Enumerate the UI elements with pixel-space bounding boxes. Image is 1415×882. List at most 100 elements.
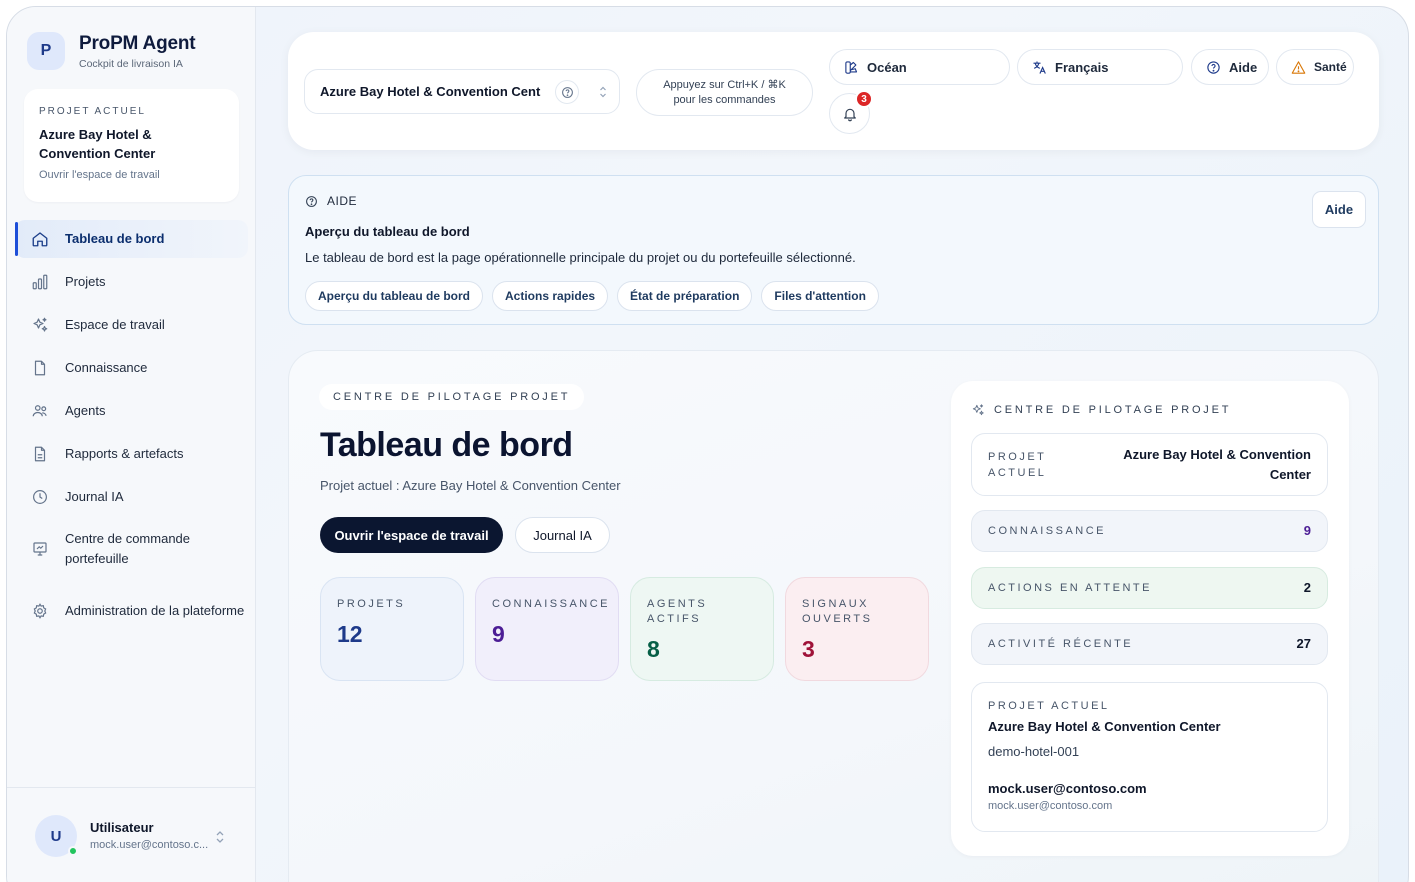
open-workspace-button[interactable]: Ouvrir l'espace de travail (320, 517, 503, 553)
stat-card-knowledge[interactable]: CONNAISSANCE 9 (475, 577, 619, 681)
sidebar-item-projects[interactable]: Projets (15, 263, 248, 301)
stat-value: 3 (802, 636, 815, 662)
help-chip-overview[interactable]: Aperçu du tableau de bord (305, 281, 484, 311)
file-icon (34, 360, 46, 376)
sidebar-item-platform-admin[interactable]: Administration de la plateforme (15, 583, 248, 639)
stat-card-open-signals[interactable]: SIGNAUX OUVERTS 3 (785, 577, 929, 681)
help-panel-button[interactable]: Aide (1312, 191, 1366, 228)
user-name: Utilisateur (90, 820, 154, 835)
translate-icon (1033, 60, 1046, 74)
sidebar-item-ai-journal[interactable]: Journal IA (15, 478, 248, 516)
ai-journal-button[interactable]: Journal IA (515, 517, 610, 553)
stat-label: CONNAISSANCE (492, 598, 611, 610)
help-title: Aperçu du tableau de bord (305, 224, 470, 239)
panel-row-label: ACTIVITÉ RÉCENTE (988, 638, 1134, 650)
sidebar-item-label: Journal IA (65, 489, 124, 504)
theme-selector[interactable]: Océan (829, 49, 1010, 85)
project-selector[interactable]: Azure Bay Hotel & Convention Cent (304, 69, 620, 114)
home-icon (32, 232, 48, 247)
gear-icon (33, 603, 47, 619)
notifications-button[interactable]: 3 (829, 90, 873, 134)
panel-row-label: PROJET ACTUEL (988, 450, 1047, 479)
current-project-label: PROJET ACTUEL (39, 106, 146, 117)
theme-label: Océan (867, 59, 907, 75)
command-palette-button[interactable]: Appuyez sur Ctrl+K / ⌘K pour les command… (636, 69, 813, 116)
help-topics: Aperçu du tableau de bord Actions rapide… (305, 281, 888, 311)
bell-icon (843, 108, 856, 121)
presentation-icon (33, 542, 47, 556)
stat-card-active-agents[interactable]: AGENTS ACTIFS 8 (630, 577, 774, 681)
project-detail-email: mock.user@contoso.com (988, 781, 1147, 796)
sidebar-item-portfolio-command[interactable]: Centre de commande portefeuille (15, 521, 248, 577)
help-circle-icon[interactable] (555, 80, 579, 104)
sidebar-item-label: Connaissance (65, 360, 148, 375)
sidebar-nav: Tableau de bord Projets Espace de travai… (15, 220, 248, 645)
project-cockpit-panel: CENTRE DE PILOTAGE PROJET PROJET ACTUEL … (951, 381, 1349, 856)
page-subtitle: Projet actuel : Azure Bay Hotel & Conven… (320, 478, 621, 493)
chevron-updown-icon[interactable] (215, 830, 225, 844)
sidebar-item-label: Projets (65, 274, 106, 289)
file-text-icon (34, 446, 46, 462)
page-title: Tableau de bord (320, 426, 573, 464)
panel-row-recent-activity: ACTIVITÉ RÉCENTE 27 (971, 623, 1328, 665)
language-selector[interactable]: Français (1017, 49, 1183, 85)
sidebar-item-label: Centre de commande portefeuille (65, 531, 191, 566)
stat-label: SIGNAUX OUVERTS (802, 598, 873, 625)
top-bar: Azure Bay Hotel & Convention Cent Appuye… (288, 32, 1379, 150)
clock-icon (33, 490, 47, 504)
sidebar-item-agents[interactable]: Agents (15, 392, 248, 430)
stat-value: 9 (492, 621, 505, 647)
health-button[interactable]: Santé (1276, 49, 1354, 85)
sparkles-icon (33, 317, 48, 332)
warning-icon (1291, 60, 1306, 74)
sidebar: P ProPM Agent Cockpit de livraison IA PR… (7, 7, 256, 882)
sidebar-item-dashboard[interactable]: Tableau de bord (15, 220, 248, 258)
project-detail-name: Azure Bay Hotel & Convention Center (988, 719, 1221, 734)
help-label: Aide (1229, 59, 1258, 75)
sidebar-item-workspace[interactable]: Espace de travail (15, 306, 248, 344)
avatar: U (35, 815, 78, 857)
current-project-name: Azure Bay Hotel & Convention Center (39, 127, 156, 161)
sidebar-item-label: Espace de travail (65, 317, 165, 332)
help-chip-quick-actions[interactable]: Actions rapides (492, 281, 609, 311)
help-button[interactable]: Aide (1191, 49, 1269, 85)
sparkles-icon (972, 404, 984, 416)
command-hint-line2: pour les commandes (673, 93, 776, 106)
stat-label: PROJETS (337, 598, 406, 610)
help-chip-attention-queues[interactable]: Files d'attention (761, 281, 879, 311)
help-chip-readiness[interactable]: État de préparation (617, 281, 753, 311)
panel-row-value: 9 (1303, 523, 1311, 538)
stat-card-projects[interactable]: PROJETS 12 (320, 577, 464, 681)
user-menu[interactable]: U Utilisateur mock.user@contoso.c... (7, 787, 255, 882)
brand-title: ProPM Agent (79, 32, 196, 54)
sidebar-item-knowledge[interactable]: Connaissance (15, 349, 248, 387)
dashboard-hero: CENTRE DE PILOTAGE PROJET Tableau de bor… (288, 350, 1379, 882)
stat-value: 8 (647, 636, 660, 662)
sidebar-item-label: Administration de la plateforme (65, 603, 245, 618)
notification-count-badge: 3 (855, 90, 873, 108)
current-project-card[interactable]: PROJET ACTUEL Azure Bay Hotel & Conventi… (24, 89, 239, 202)
sidebar-item-reports[interactable]: Rapports & artefacts (15, 435, 248, 473)
panel-header: CENTRE DE PILOTAGE PROJET (971, 403, 1231, 417)
online-status-dot (68, 846, 78, 856)
panel-row-label: CONNAISSANCE (988, 525, 1107, 537)
panel-row-pending-actions: ACTIONS EN ATTENTE 2 (971, 567, 1328, 609)
sidebar-item-label: Rapports & artefacts (65, 446, 184, 461)
palette-icon (845, 60, 858, 74)
command-hint-line1: Appuyez sur Ctrl+K / ⌘K (663, 78, 786, 91)
sidebar-item-label: Tableau de bord (65, 231, 165, 246)
stat-value: 12 (337, 621, 363, 647)
project-detail-id: demo-hotel-001 (988, 744, 1080, 759)
avatar-initial: U (50, 827, 62, 845)
help-circle-icon (1207, 60, 1220, 74)
brand[interactable]: P ProPM Agent Cockpit de livraison IA (27, 32, 196, 70)
panel-header-label: CENTRE DE PILOTAGE PROJET (994, 404, 1232, 416)
stat-label: AGENTS ACTIFS (647, 598, 708, 625)
panel-row-label: ACTIONS EN ATTENTE (988, 582, 1152, 594)
open-workspace-link[interactable]: Ouvrir l'espace de travail (39, 169, 224, 181)
help-panel: AIDE Aperçu du tableau de bord Le tablea… (288, 175, 1379, 325)
health-label: Santé (1314, 60, 1347, 74)
panel-row-value: Azure Bay Hotel & Convention Center (1123, 446, 1311, 482)
help-circle-icon (306, 195, 317, 207)
project-selector-value: Azure Bay Hotel & Convention Cent (320, 84, 541, 99)
